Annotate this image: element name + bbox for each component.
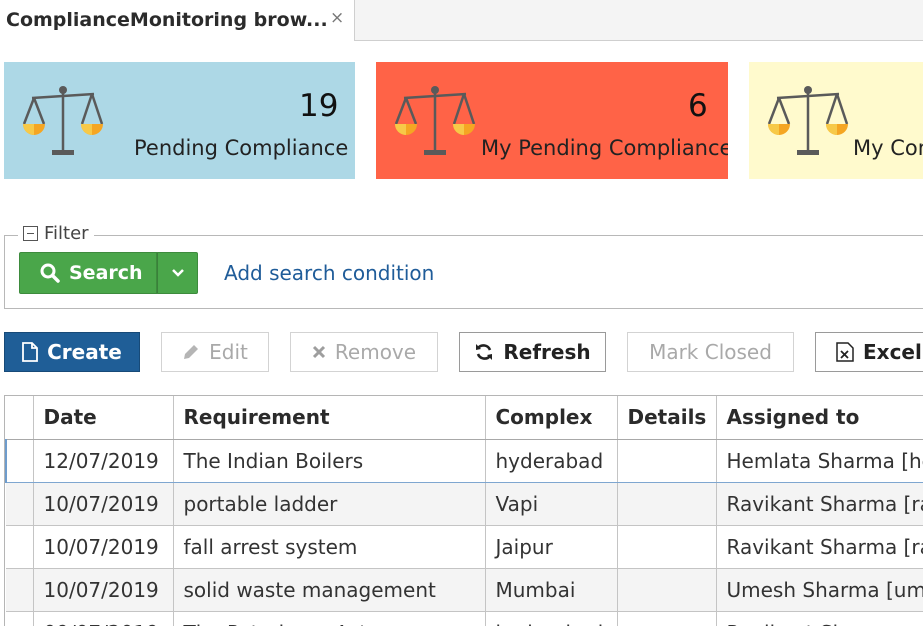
- scales-icon: [767, 86, 849, 155]
- cell-date: 09/07/2019: [33, 611, 174, 626]
- column-header-assigned-to[interactable]: Assigned to: [716, 396, 923, 440]
- filter-legend-label: Filter: [44, 223, 89, 244]
- cell-details: [617, 568, 717, 612]
- table-row[interactable]: 12/07/2019 The Indian Boilers hyderabad …: [5, 438, 923, 483]
- refresh-button[interactable]: Refresh: [459, 332, 606, 372]
- cell-date: 10/07/2019: [33, 482, 174, 526]
- cell-details: [617, 611, 717, 626]
- cell-assigned-to: Hemlata Sharma [he: [716, 438, 923, 483]
- mark-closed-button[interactable]: Mark Closed: [627, 332, 794, 372]
- row-selector[interactable]: [6, 611, 34, 626]
- card-label: My Com: [853, 136, 923, 160]
- row-selector[interactable]: [6, 525, 34, 569]
- card-count: 19: [299, 88, 339, 124]
- scales-icon: [22, 86, 104, 155]
- cell-assigned-to: Ravikant Sharma: [716, 611, 923, 626]
- search-button-label: Search: [69, 262, 143, 284]
- cell-complex: Jaipur: [485, 525, 618, 569]
- row-selector[interactable]: [6, 482, 34, 526]
- create-button[interactable]: Create: [4, 332, 140, 372]
- new-document-icon: [22, 342, 39, 362]
- table-row[interactable]: 10/07/2019 solid waste management Mumbai…: [6, 568, 923, 612]
- cell-complex: hyderabad: [485, 438, 618, 483]
- card-count: 6: [688, 88, 708, 124]
- collapse-icon[interactable]: [23, 226, 38, 241]
- column-header-requirement[interactable]: Requirement: [173, 396, 486, 440]
- cell-assigned-to: Ravikant Sharma [ra: [716, 482, 923, 526]
- column-header-details[interactable]: Details: [617, 396, 717, 440]
- cell-details: [617, 482, 717, 526]
- search-options-dropdown[interactable]: [157, 252, 198, 294]
- row-selector[interactable]: [6, 568, 34, 612]
- row-selector[interactable]: [5, 438, 34, 483]
- excel-button[interactable]: Excel: [815, 332, 923, 372]
- tab-bar: ComplianceMonitoring brow... ×: [0, 0, 923, 41]
- scales-icon: [394, 86, 476, 155]
- card-label: My Pending Compliance: [481, 136, 728, 160]
- cell-requirement: portable ladder: [173, 482, 486, 526]
- close-icon: [312, 345, 325, 359]
- excel-icon: [836, 342, 854, 362]
- select-column-header[interactable]: [6, 396, 34, 440]
- cell-requirement: The Petroleum Act: [173, 611, 486, 626]
- tab-title: ComplianceMonitoring brow...: [6, 9, 328, 31]
- excel-button-label: Excel: [863, 340, 922, 364]
- cell-complex: Vapi: [485, 482, 618, 526]
- search-icon: [40, 263, 60, 283]
- remove-button-label: Remove: [334, 340, 417, 364]
- create-button-label: Create: [47, 340, 122, 364]
- cell-details: [617, 438, 717, 483]
- refresh-icon: [476, 344, 493, 360]
- cell-requirement: The Indian Boilers: [173, 438, 486, 483]
- cell-details: [617, 525, 717, 569]
- card-pending-compliance[interactable]: 19 Pending Compliance: [4, 62, 355, 179]
- card-my-pending-compliance[interactable]: 6 My Pending Compliance: [376, 62, 728, 179]
- remove-button[interactable]: Remove: [290, 332, 438, 372]
- cell-assigned-to: Ravikant Sharma [ra: [716, 525, 923, 569]
- cell-assigned-to: Umesh Sharma [um: [716, 568, 923, 612]
- cell-date: 10/07/2019: [33, 568, 174, 612]
- edit-button-label: Edit: [209, 340, 248, 364]
- add-search-condition-link[interactable]: Add search condition: [224, 261, 434, 285]
- cell-date: 12/07/2019: [33, 438, 174, 483]
- search-button[interactable]: Search: [19, 252, 157, 294]
- close-icon[interactable]: ×: [330, 8, 344, 28]
- refresh-button-label: Refresh: [503, 340, 591, 364]
- compliance-table: Date Requirement Complex Details Assigne…: [4, 395, 923, 626]
- cell-complex: hyderabad: [485, 611, 618, 626]
- filter-legend[interactable]: Filter: [18, 223, 94, 244]
- table-row[interactable]: 09/07/2019 The Petroleum Act hyderabad R…: [6, 611, 923, 626]
- mark-closed-button-label: Mark Closed: [649, 340, 772, 364]
- column-header-date[interactable]: Date: [33, 396, 174, 440]
- cell-complex: Mumbai: [485, 568, 618, 612]
- table-row[interactable]: 10/07/2019 portable ladder Vapi Ravikant…: [6, 482, 923, 526]
- table-header-row: Date Requirement Complex Details Assigne…: [6, 396, 923, 440]
- cell-requirement: fall arrest system: [173, 525, 486, 569]
- chevron-down-icon: [171, 269, 184, 277]
- edit-button[interactable]: Edit: [161, 332, 269, 372]
- card-my-compliance[interactable]: My Com: [749, 62, 923, 179]
- table-row[interactable]: 10/07/2019 fall arrest system Jaipur Rav…: [6, 525, 923, 569]
- cell-date: 10/07/2019: [33, 525, 174, 569]
- tab-compliance-monitoring-browse[interactable]: ComplianceMonitoring brow... ×: [0, 0, 355, 41]
- pencil-icon: [184, 345, 199, 359]
- card-label: Pending Compliance: [134, 136, 349, 160]
- column-header-complex[interactable]: Complex: [485, 396, 618, 440]
- cell-requirement: solid waste management: [173, 568, 486, 612]
